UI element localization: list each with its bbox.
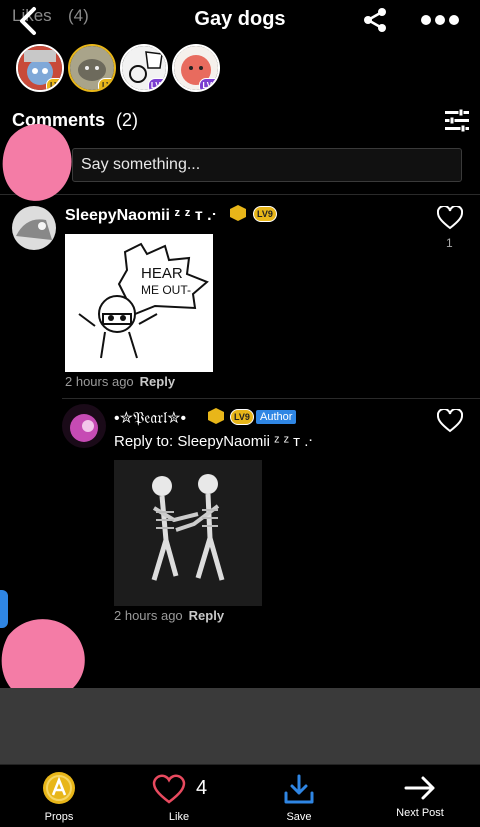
reply-button[interactable]: Reply [140,374,175,389]
commenter-avatar[interactable] [12,206,56,250]
post-header: Likes (4) Gay dogs LV7 LV9 LV11 LV10 [0,0,480,100]
share-icon[interactable] [362,7,388,33]
next-post-button[interactable]: Next Post [374,765,466,827]
like-button[interactable]: 4 Like [134,765,224,827]
comment-meta: 2 hours ago Reply [65,374,175,389]
props-coin-icon [43,772,75,804]
level-badge: LV9 [98,78,114,90]
like-label: Like [168,811,190,823]
liker-avatar[interactable]: LV7 [16,44,64,92]
liker-avatar[interactable]: LV11 [120,44,168,92]
badge-icon [208,408,224,424]
comment-like-count: 1 [446,236,453,250]
drawing-text-line1: HEAR [141,265,183,282]
reply-button[interactable]: Reply [189,608,224,623]
comment-meta: 2 hours ago Reply [114,608,224,623]
dancing-skeletons-image [114,460,262,606]
comment-image[interactable]: HEAR ME OUT- [65,234,213,372]
divider [62,398,480,399]
liker-avatar[interactable]: LV10 [172,44,220,92]
filter-icon[interactable] [444,108,470,132]
heart-icon [152,774,186,804]
heart-icon[interactable] [437,206,463,230]
props-button[interactable]: Props [14,765,104,827]
comment-image[interactable] [114,460,262,606]
avatar [12,206,56,250]
props-label: Props [44,811,74,823]
avatar [62,404,106,448]
level-badge: LV9 [230,409,254,425]
author-tag: Author [256,410,297,424]
level-badge: LV11 [147,78,166,90]
badge-icon [230,205,246,221]
comments-count: (2) [116,110,138,130]
page-title: Gay dogs [194,8,286,30]
download-icon [284,774,314,804]
commenter-avatar[interactable] [62,404,106,448]
level-badge: LV7 [46,78,62,90]
liker-avatar[interactable]: LV9 [68,44,116,92]
reply-to-text: Reply to: SleepyNaomii ᶻ ᶻ ᴛ .ᐧ [114,433,313,450]
bottom-action-bar: Props 4 Like Save Next Post [0,764,480,827]
like-count: 4 [196,777,208,799]
heart-icon[interactable] [437,409,463,433]
blank-area [0,688,480,764]
comment-username[interactable]: •✮𝔓𝔢𝔞𝔯𝔩✮• [114,408,186,428]
hear-me-out-drawing: HEAR ME OUT- [78,242,209,359]
arrow-right-icon [404,776,435,800]
save-label: Save [286,811,312,823]
save-button[interactable]: Save [254,765,344,827]
comment-time: 2 hours ago [114,608,183,623]
comment-username[interactable]: SleepyNaomii ᶻ ᶻ ᴛ .ᐧ [65,205,217,225]
pink-scribble-overlay [2,124,72,201]
drawing-text-line2: ME OUT- [141,283,191,297]
more-options-icon[interactable] [418,10,462,30]
comment-input[interactable] [73,149,461,181]
level-badge: LV9 [253,206,277,222]
level-badge: LV10 [199,78,218,90]
comment-time: 2 hours ago [65,374,134,389]
next-post-label: Next Post [396,807,444,819]
comment-input-box[interactable] [72,148,462,182]
